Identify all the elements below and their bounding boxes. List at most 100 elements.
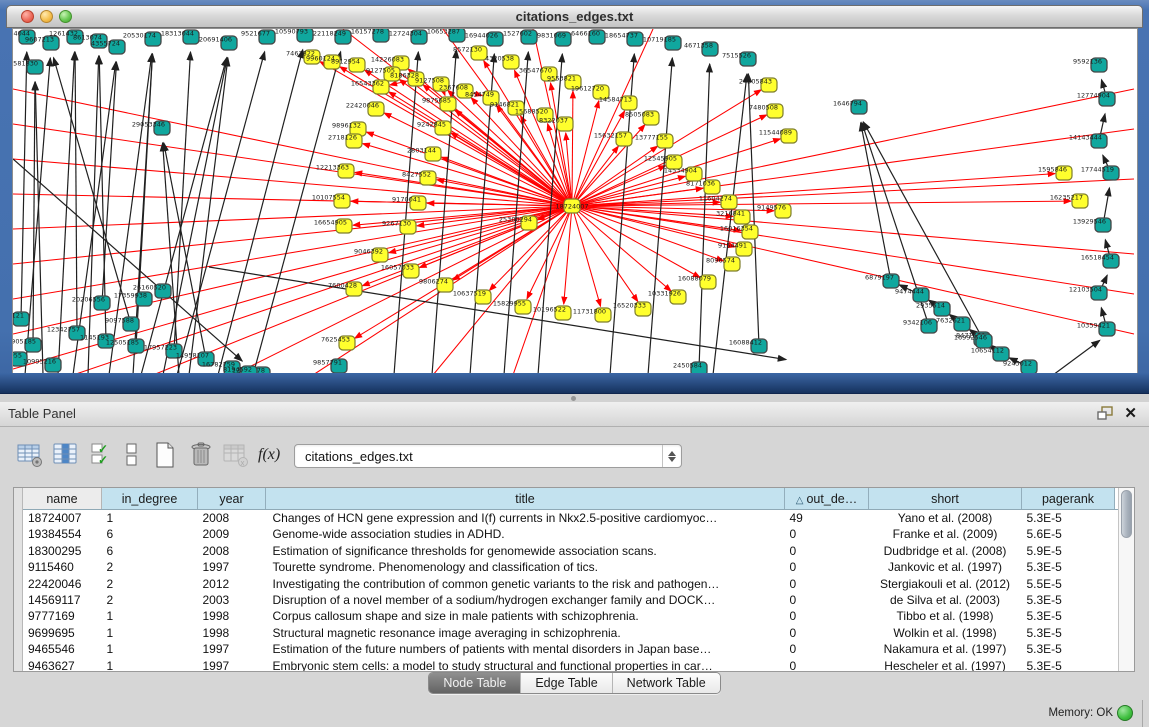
column-header-out-de-[interactable]: △out_de… xyxy=(785,488,869,510)
graph-node[interactable]: 1527602 xyxy=(503,30,537,45)
graph-node[interactable]: 7625453 xyxy=(321,336,355,351)
graph-node[interactable]: 4320538 xyxy=(485,55,519,70)
graph-node[interactable]: 10107554 xyxy=(312,194,350,209)
table-cell[interactable]: 5.3E-5 xyxy=(1022,592,1115,608)
table-cell[interactable]: 1 xyxy=(102,608,198,624)
graph-node[interactable]: 8171036 xyxy=(686,180,720,195)
network-window-titlebar[interactable]: citations_edges.txt xyxy=(6,5,1143,28)
graph-node[interactable]: 20530174 xyxy=(123,32,161,47)
column-header-title[interactable]: title xyxy=(266,488,785,510)
graph-node[interactable]: 16235217 xyxy=(1050,194,1088,209)
table-cell[interactable]: Estimation of significance thresholds fo… xyxy=(266,543,785,559)
table-cell[interactable]: Tibbo et al. (1998) xyxy=(869,608,1022,624)
table-row[interactable]: 946554611997Estimation of the future num… xyxy=(23,641,1119,657)
table-cell[interactable]: 5.9E-5 xyxy=(1022,543,1115,559)
graph-node[interactable]: 7600428 xyxy=(328,282,362,297)
table-cell[interactable]: 5.3E-5 xyxy=(1022,658,1115,672)
graph-node[interactable]: 2935514 xyxy=(916,302,950,317)
graph-node[interactable]: 2718126 xyxy=(328,134,362,149)
graph-edge[interactable] xyxy=(54,58,131,324)
function-builder-icon[interactable]: f(x) xyxy=(258,446,280,464)
graph-node[interactable]: 16016354 xyxy=(720,225,758,240)
table-cell[interactable]: Investigating the contribution of common… xyxy=(266,576,785,592)
table-cell[interactable]: 2009 xyxy=(198,526,266,542)
graph-edge[interactable] xyxy=(33,82,35,345)
table-cell[interactable]: 1998 xyxy=(198,625,266,641)
table-cell[interactable]: 14569117 xyxy=(23,592,102,608)
table-cell[interactable]: 2012 xyxy=(198,576,266,592)
graph-node[interactable]: 8505083 xyxy=(625,111,659,126)
graph-node[interactable]: 18313044 xyxy=(161,30,199,45)
tab-network-table[interactable]: Network Table xyxy=(613,673,720,693)
table-cell[interactable]: 0 xyxy=(785,543,869,559)
table-cell[interactable]: Embryonic stem cells: a model to study s… xyxy=(266,658,785,672)
table-cell[interactable]: 1 xyxy=(102,625,198,641)
select-columns-icon[interactable]: ✓✓ xyxy=(90,441,114,473)
graph-edge[interactable] xyxy=(355,172,572,206)
table-cell[interactable]: 1997 xyxy=(198,559,266,575)
graph-edge[interactable] xyxy=(75,52,77,333)
graph-node[interactable]: 9046392 xyxy=(354,248,388,263)
graph-node[interactable]: 16944026 xyxy=(465,32,503,47)
row-height-icon[interactable] xyxy=(124,441,140,473)
graph-edge[interactable] xyxy=(572,206,601,306)
graph-node[interactable]: 13777155 xyxy=(635,134,673,149)
graph-node[interactable]: 6879197 xyxy=(865,274,899,289)
table-cell[interactable]: 5.3E-5 xyxy=(1022,559,1115,575)
graph-node[interactable]: 10653287 xyxy=(427,29,465,42)
graph-node[interactable]: 12774904 xyxy=(1077,92,1115,107)
graph-node[interactable]: 9242845 xyxy=(417,121,451,136)
table-cell[interactable]: 2 xyxy=(102,576,198,592)
table-row[interactable]: 946362711997Embryonic stem cells: a mode… xyxy=(23,658,1119,672)
graph-node[interactable]: 17744519 xyxy=(1081,166,1119,181)
graph-node[interactable]: 10590793 xyxy=(275,29,313,42)
graph-node[interactable]: 10637519 xyxy=(453,290,491,305)
table-cell[interactable]: 5.3E-5 xyxy=(1022,641,1115,657)
table-cell[interactable]: 9465546 xyxy=(23,641,102,657)
graph-node[interactable]: 8322037 xyxy=(539,117,573,132)
graph-edge[interactable] xyxy=(572,179,1134,206)
graph-node[interactable]: 11544089 xyxy=(759,129,797,144)
table-cell[interactable]: 18300295 xyxy=(23,543,102,559)
graph-edge[interactable] xyxy=(13,206,572,264)
graph-edge[interactable] xyxy=(88,56,99,375)
graph-edge[interactable] xyxy=(572,91,573,206)
table-cell[interactable]: 9777169 xyxy=(23,608,102,624)
table-cell[interactable]: Changes of HCN gene expression and I(f) … xyxy=(266,510,785,527)
graph-node[interactable]: 9521677 xyxy=(241,30,275,45)
graph-node[interactable]: 9607213 xyxy=(25,36,59,51)
table-cell[interactable]: 0 xyxy=(785,608,869,624)
graph-node[interactable]: 29053346 xyxy=(132,121,170,136)
graph-edge[interactable] xyxy=(572,174,1055,206)
graph-node[interactable]: 16543362 xyxy=(351,80,389,95)
table-cell[interactable]: Corpus callosum shape and size in male p… xyxy=(266,608,785,624)
graph-node[interactable]: 9170041 xyxy=(392,196,426,211)
table-cell[interactable]: Dudbridge et al. (2008) xyxy=(869,543,1022,559)
graph-node[interactable]: 14143444 xyxy=(1069,134,1107,149)
graph-node[interactable]: 4671358 xyxy=(684,42,718,57)
graph-node[interactable]: 16088079 xyxy=(678,275,716,290)
graph-node[interactable]: 20206556 xyxy=(72,296,110,311)
graph-node[interactable]: 1646794 xyxy=(833,100,867,115)
graph-node[interactable]: 6466160 xyxy=(571,30,605,45)
graph-node[interactable]: 9831069 xyxy=(537,32,571,47)
table-row[interactable]: 1456911722003Disruption of a novel membe… xyxy=(23,592,1119,608)
table-cell[interactable]: 5.6E-5 xyxy=(1022,526,1115,542)
graph-node[interactable]: 12213363 xyxy=(316,164,354,179)
graph-node[interactable]: 9592136 xyxy=(1073,58,1107,73)
show-column-icon[interactable] xyxy=(52,441,82,473)
new-column-icon[interactable] xyxy=(152,441,178,473)
tab-node-table[interactable]: Node Table xyxy=(429,673,521,693)
graph-node[interactable]: 12103504 xyxy=(1069,286,1107,301)
table-cell[interactable]: 0 xyxy=(785,576,869,592)
graph-node[interactable]: 9154491 xyxy=(718,242,752,257)
table-cell[interactable]: 1997 xyxy=(198,641,266,657)
column-header-name[interactable]: name xyxy=(23,488,102,510)
delete-column-icon[interactable] xyxy=(188,441,216,473)
table-row[interactable]: 977716911998Corpus callosum shape and si… xyxy=(23,608,1119,624)
table-cell[interactable]: 19384554 xyxy=(23,526,102,542)
table-cell[interactable]: Hescheler et al. (1997) xyxy=(869,658,1022,672)
graph-node[interactable]: 11731800 xyxy=(573,308,611,323)
table-cell[interactable]: 9463627 xyxy=(23,658,102,672)
table-cell[interactable]: 1 xyxy=(102,510,198,527)
